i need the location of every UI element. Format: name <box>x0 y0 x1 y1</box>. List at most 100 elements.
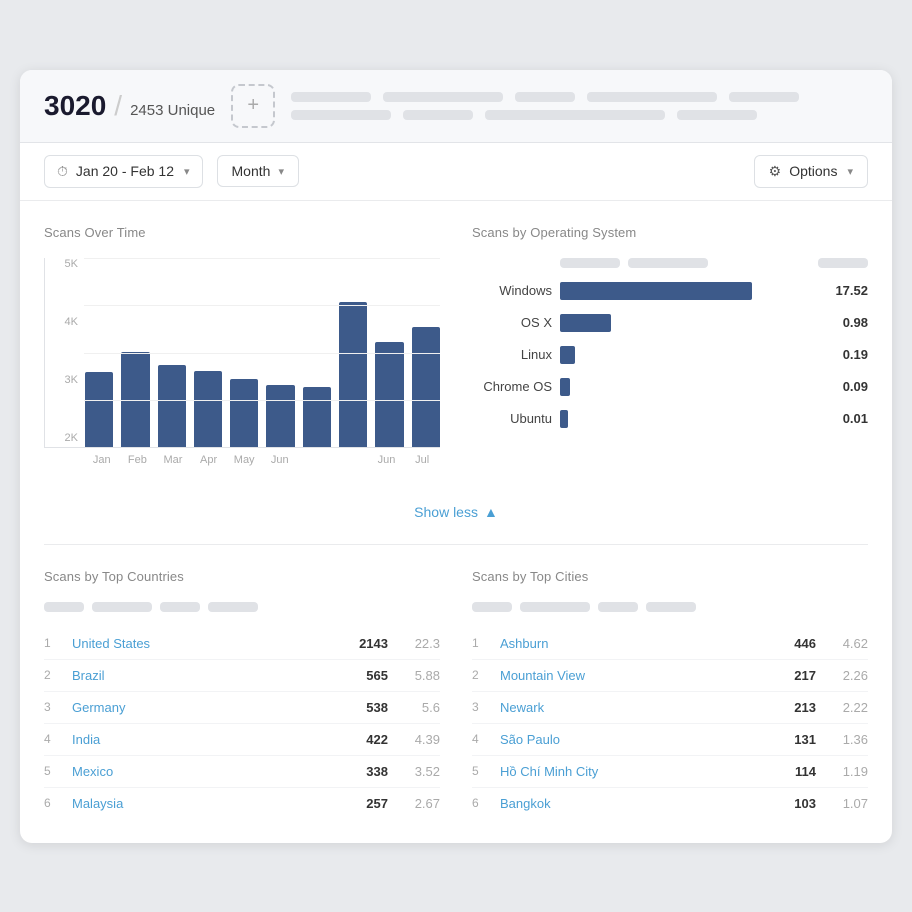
date-range-button[interactable]: ⏱ Jan 20 - Feb 12 ▾ <box>44 155 203 188</box>
row-num: 6 <box>44 796 64 810</box>
main-content: Scans Over Time 5K 4K 3K 2K <box>20 201 892 843</box>
city-name[interactable]: Ashburn <box>500 636 758 651</box>
placeholder-bar <box>291 92 371 102</box>
main-card: 3020 / 2453 Unique + ⏱ <box>20 70 892 843</box>
os-value: 17.52 <box>824 283 868 298</box>
placeholder-bar <box>677 110 757 120</box>
os-placeholder <box>560 258 620 268</box>
date-range-label: Jan 20 - Feb 12 <box>76 163 174 179</box>
city-name[interactable]: Bangkok <box>500 796 758 811</box>
y-label-4k: 4K <box>44 316 78 328</box>
bar <box>230 379 258 447</box>
chevron-down-icon: ▾ <box>184 165 190 178</box>
row-num: 5 <box>472 764 492 778</box>
city-name[interactable]: Hồ Chí Minh City <box>500 764 758 779</box>
total-count: 3020 <box>44 90 106 122</box>
placeholder-bar <box>587 92 717 102</box>
bar <box>412 327 440 447</box>
scans-by-os-section: Scans by Operating System Windows 17.52 <box>472 225 868 478</box>
x-label-mar: Mar <box>155 454 191 466</box>
os-name: Ubuntu <box>472 411 552 426</box>
y-label-2k: 2K <box>44 432 78 444</box>
os-placeholder <box>818 258 868 268</box>
os-name: Linux <box>472 347 552 362</box>
city-name[interactable]: Newark <box>500 700 758 715</box>
city-row-4: 4 São Paulo 131 1.36 <box>472 724 868 756</box>
header-placeholder <box>598 602 638 612</box>
os-row-linux: Linux 0.19 <box>472 346 868 364</box>
country-name[interactable]: Brazil <box>72 668 330 683</box>
row-count: 538 <box>338 700 388 715</box>
city-row-1: 1 Ashburn 446 4.62 <box>472 628 868 660</box>
row-num: 5 <box>44 764 64 778</box>
bar-col <box>375 342 403 447</box>
os-bar <box>560 282 752 300</box>
row-num: 3 <box>472 700 492 714</box>
placeholder-bar <box>515 92 575 102</box>
scans-over-time-title: Scans Over Time <box>44 225 440 240</box>
bar <box>194 371 222 447</box>
x-label-jun2 <box>333 454 369 466</box>
os-value: 0.19 <box>824 347 868 362</box>
os-row-windows: Windows 17.52 <box>472 282 868 300</box>
show-less-button[interactable]: Show less ▲ <box>414 504 498 520</box>
bar <box>266 385 294 447</box>
os-value: 0.98 <box>824 315 868 330</box>
country-name[interactable]: United States <box>72 636 330 651</box>
row-count: 2143 <box>338 636 388 651</box>
bar-col <box>412 327 440 447</box>
country-row-4: 4 India 422 4.39 <box>44 724 440 756</box>
x-label-jun3: Jun <box>369 454 405 466</box>
gear-icon: ⚙ <box>769 163 782 180</box>
city-name[interactable]: São Paulo <box>500 732 758 747</box>
bar-chart <box>44 258 440 448</box>
os-row-ubuntu: Ubuntu 0.01 <box>472 410 868 428</box>
month-label: Month <box>232 163 271 179</box>
bar-col <box>121 352 149 447</box>
row-pct: 3.52 <box>396 764 440 779</box>
country-name[interactable]: Germany <box>72 700 330 715</box>
country-name[interactable]: Malaysia <box>72 796 330 811</box>
header-placeholder <box>92 602 152 612</box>
os-value: 0.09 <box>824 379 868 394</box>
city-name[interactable]: Mountain View <box>500 668 758 683</box>
city-row-6: 6 Bangkok 103 1.07 <box>472 788 868 819</box>
add-button[interactable]: + <box>231 84 275 128</box>
header-placeholder <box>472 602 512 612</box>
header: 3020 / 2453 Unique + <box>20 70 892 143</box>
os-bar <box>560 410 568 428</box>
scans-over-time-section: Scans Over Time 5K 4K 3K 2K <box>44 225 440 478</box>
country-name[interactable]: India <box>72 732 330 747</box>
bar <box>121 352 149 447</box>
month-button[interactable]: Month ▾ <box>217 155 299 187</box>
table-header-row <box>44 602 440 612</box>
bar-col <box>194 371 222 447</box>
row-count: 217 <box>766 668 816 683</box>
row-count: 131 <box>766 732 816 747</box>
charts-row: Scans Over Time 5K 4K 3K 2K <box>44 225 868 478</box>
country-row-2: 2 Brazil 565 5.88 <box>44 660 440 692</box>
placeholder-bar <box>485 110 665 120</box>
x-label-jul2: Jul <box>404 454 440 466</box>
options-button[interactable]: ⚙ Options ▾ <box>754 155 868 188</box>
os-bar-wrap <box>560 378 816 396</box>
toolbar: ⏱ Jan 20 - Feb 12 ▾ Month ▾ ⚙ Options ▾ <box>20 143 892 201</box>
bar-col <box>303 387 331 447</box>
cities-table-section: Scans by Top Cities 1 Ashburn 446 4.62 2 <box>472 569 868 819</box>
unique-count: 2453 Unique <box>130 102 215 119</box>
bar <box>85 372 113 447</box>
x-labels: Jan Feb Mar Apr May Jun Jun Jul <box>44 454 440 466</box>
os-row-chromeos: Chrome OS 0.09 <box>472 378 868 396</box>
row-count: 338 <box>338 764 388 779</box>
bar <box>303 387 331 447</box>
y-axis: 5K 4K 3K 2K <box>44 258 78 448</box>
y-label-5k: 5K <box>44 258 78 270</box>
row-count: 422 <box>338 732 388 747</box>
toolbar-left: ⏱ Jan 20 - Feb 12 ▾ Month ▾ <box>44 155 754 188</box>
row-pct: 4.62 <box>824 636 868 651</box>
country-name[interactable]: Mexico <box>72 764 330 779</box>
table-header-row <box>472 602 868 612</box>
chevron-up-icon: ▲ <box>484 504 498 520</box>
os-bar <box>560 346 575 364</box>
os-bar-wrap <box>560 346 816 364</box>
